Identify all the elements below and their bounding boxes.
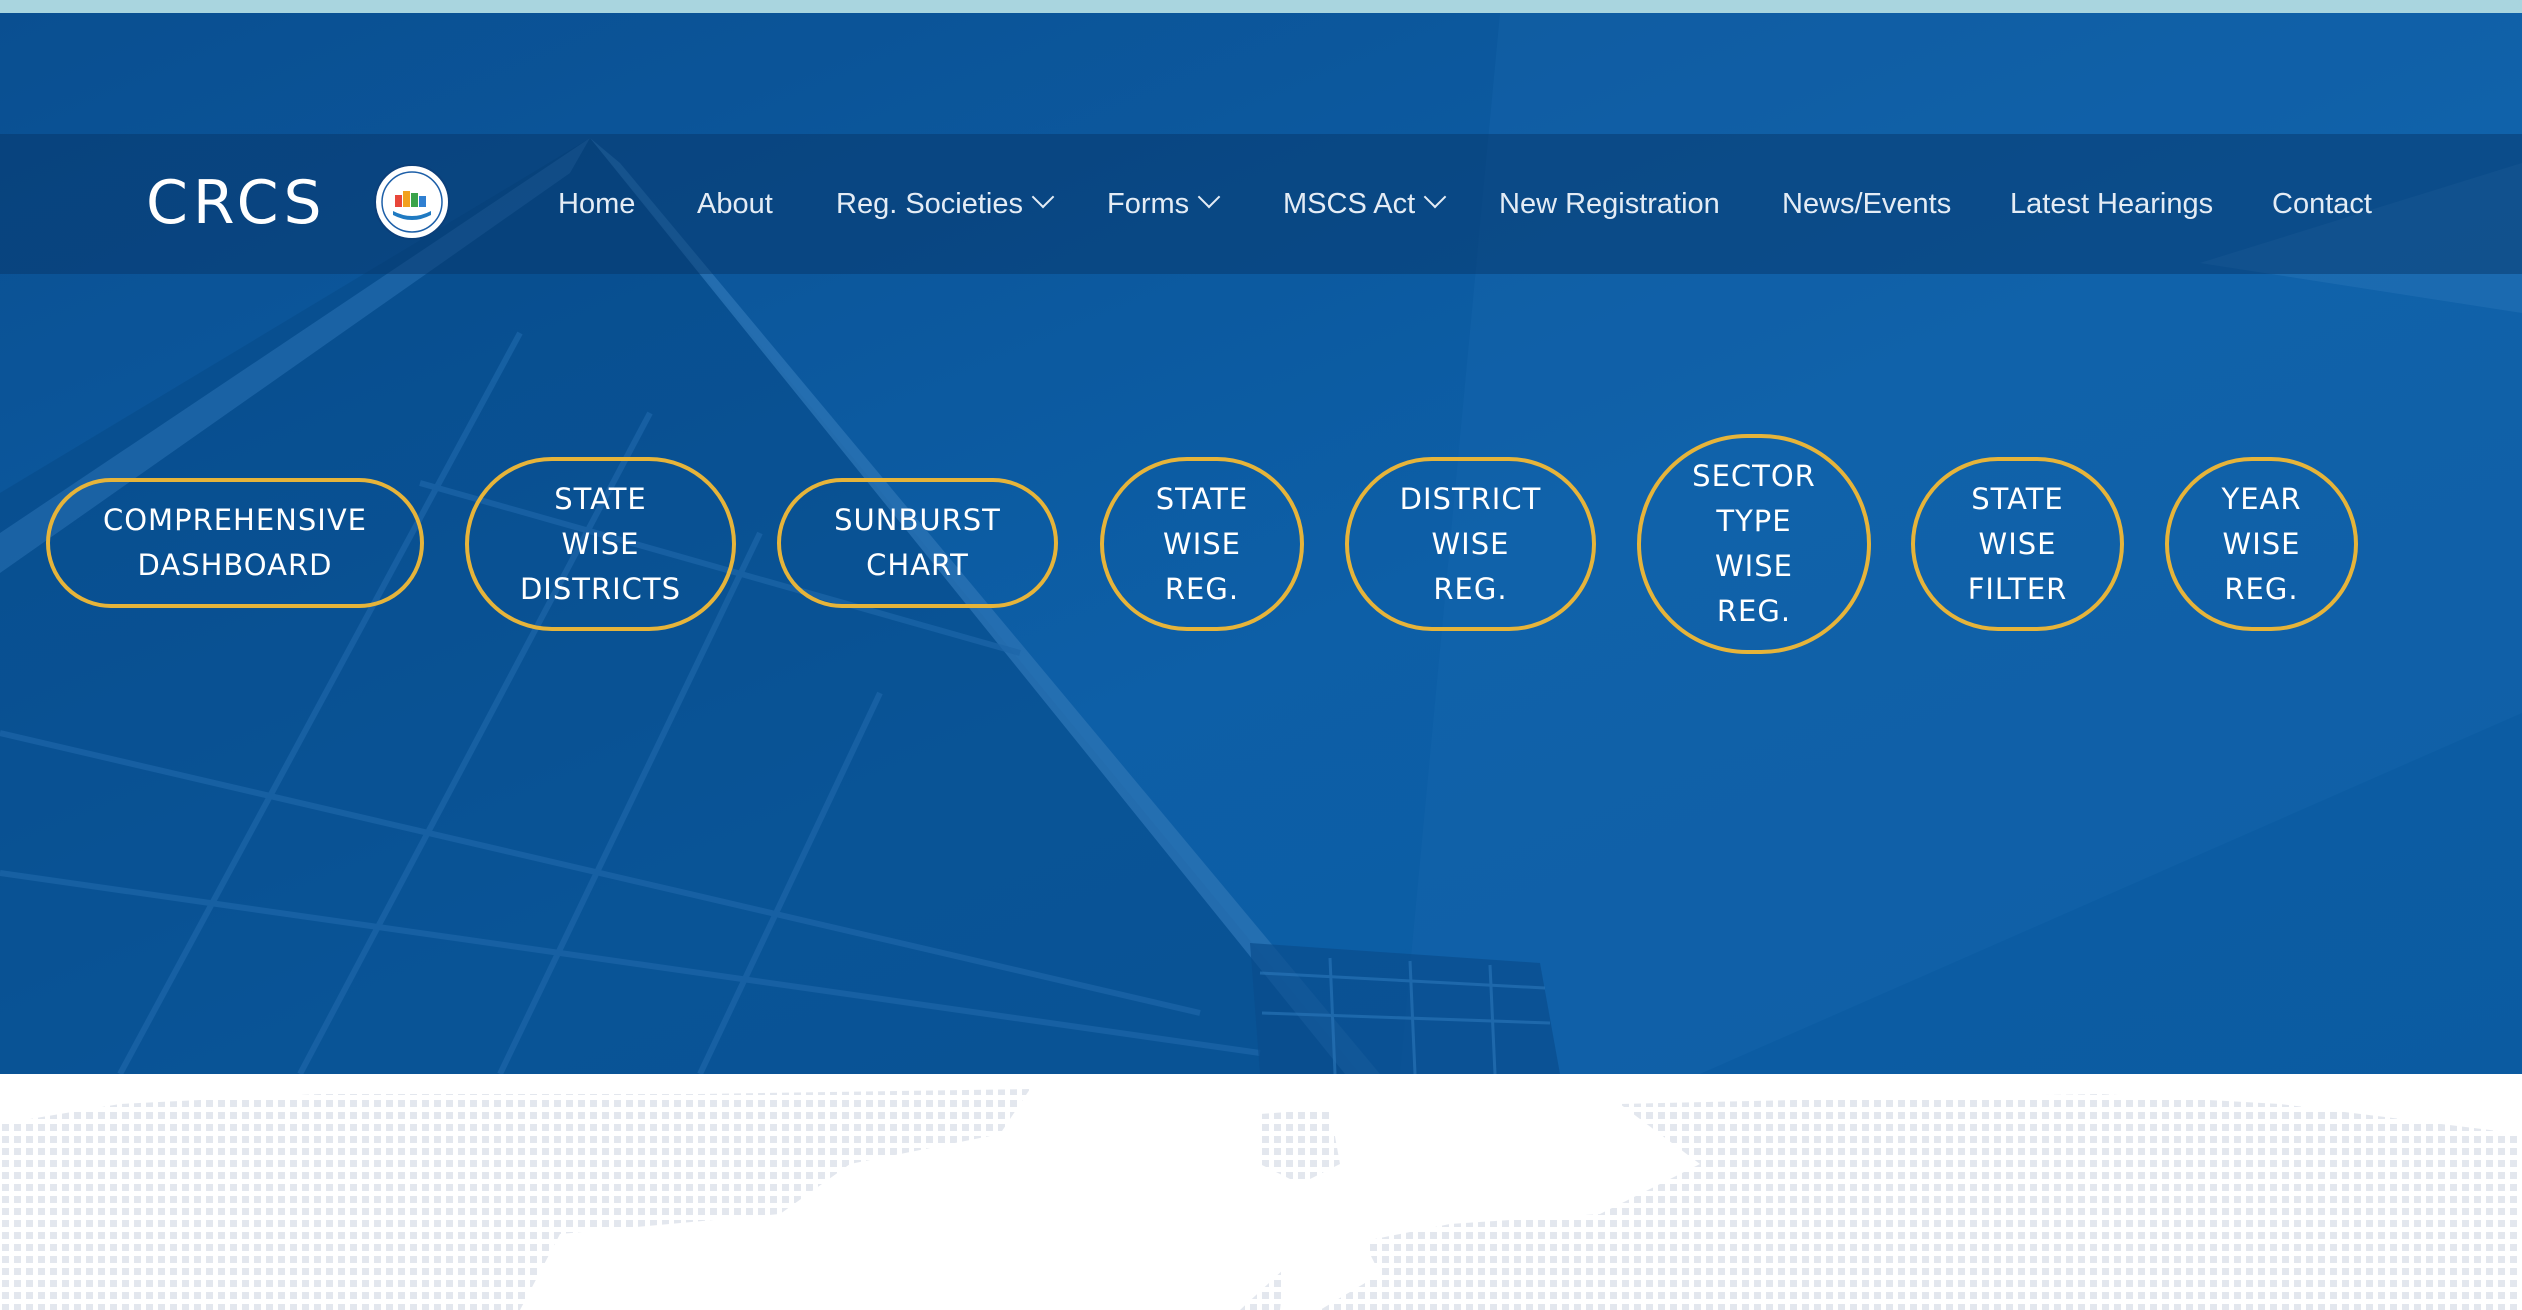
brand-title[interactable]: CRCS bbox=[146, 168, 327, 238]
nav-forms[interactable]: Forms bbox=[1107, 185, 1221, 222]
nav-about[interactable]: About bbox=[697, 188, 773, 222]
nav-reg-societies[interactable]: Reg. Societies bbox=[836, 185, 1055, 222]
top-accent-strip bbox=[0, 0, 2522, 13]
world-map-dots bbox=[0, 1089, 2522, 1310]
district-wise-reg-button[interactable]: DISTRICT WISE REG. bbox=[1345, 457, 1596, 631]
chevron-down-icon bbox=[1197, 185, 1221, 209]
crcs-emblem-icon[interactable] bbox=[373, 163, 451, 241]
nav-home[interactable]: Home bbox=[558, 188, 635, 222]
sunburst-chart-button[interactable]: SUNBURST CHART bbox=[777, 478, 1058, 608]
state-wise-filter-button[interactable]: STATE WISE FILTER bbox=[1911, 457, 2124, 631]
chevron-down-icon bbox=[1031, 185, 1055, 209]
nav-latest-hearings[interactable]: Latest Hearings bbox=[2010, 188, 2213, 222]
nav-contact[interactable]: Contact bbox=[2272, 188, 2372, 222]
state-wise-districts-button[interactable]: STATE WISE DISTRICTS bbox=[465, 457, 736, 631]
comprehensive-dashboard-button[interactable]: COMPREHENSIVE DASHBOARD bbox=[46, 478, 424, 608]
chevron-down-icon bbox=[1423, 185, 1447, 209]
state-wise-reg-button[interactable]: STATE WISE REG. bbox=[1100, 457, 1304, 631]
sector-type-wise-reg-button[interactable]: SECTOR TYPE WISE REG. bbox=[1637, 434, 1871, 654]
nav-mscs-act[interactable]: MSCS Act bbox=[1283, 185, 1447, 222]
world-dot-map-background bbox=[0, 1074, 2522, 1310]
year-wise-reg-button[interactable]: YEAR WISE REG. bbox=[2165, 457, 2358, 631]
nav-new-registration[interactable]: New Registration bbox=[1499, 188, 1720, 222]
nav-news-events[interactable]: News/Events bbox=[1782, 188, 1951, 222]
